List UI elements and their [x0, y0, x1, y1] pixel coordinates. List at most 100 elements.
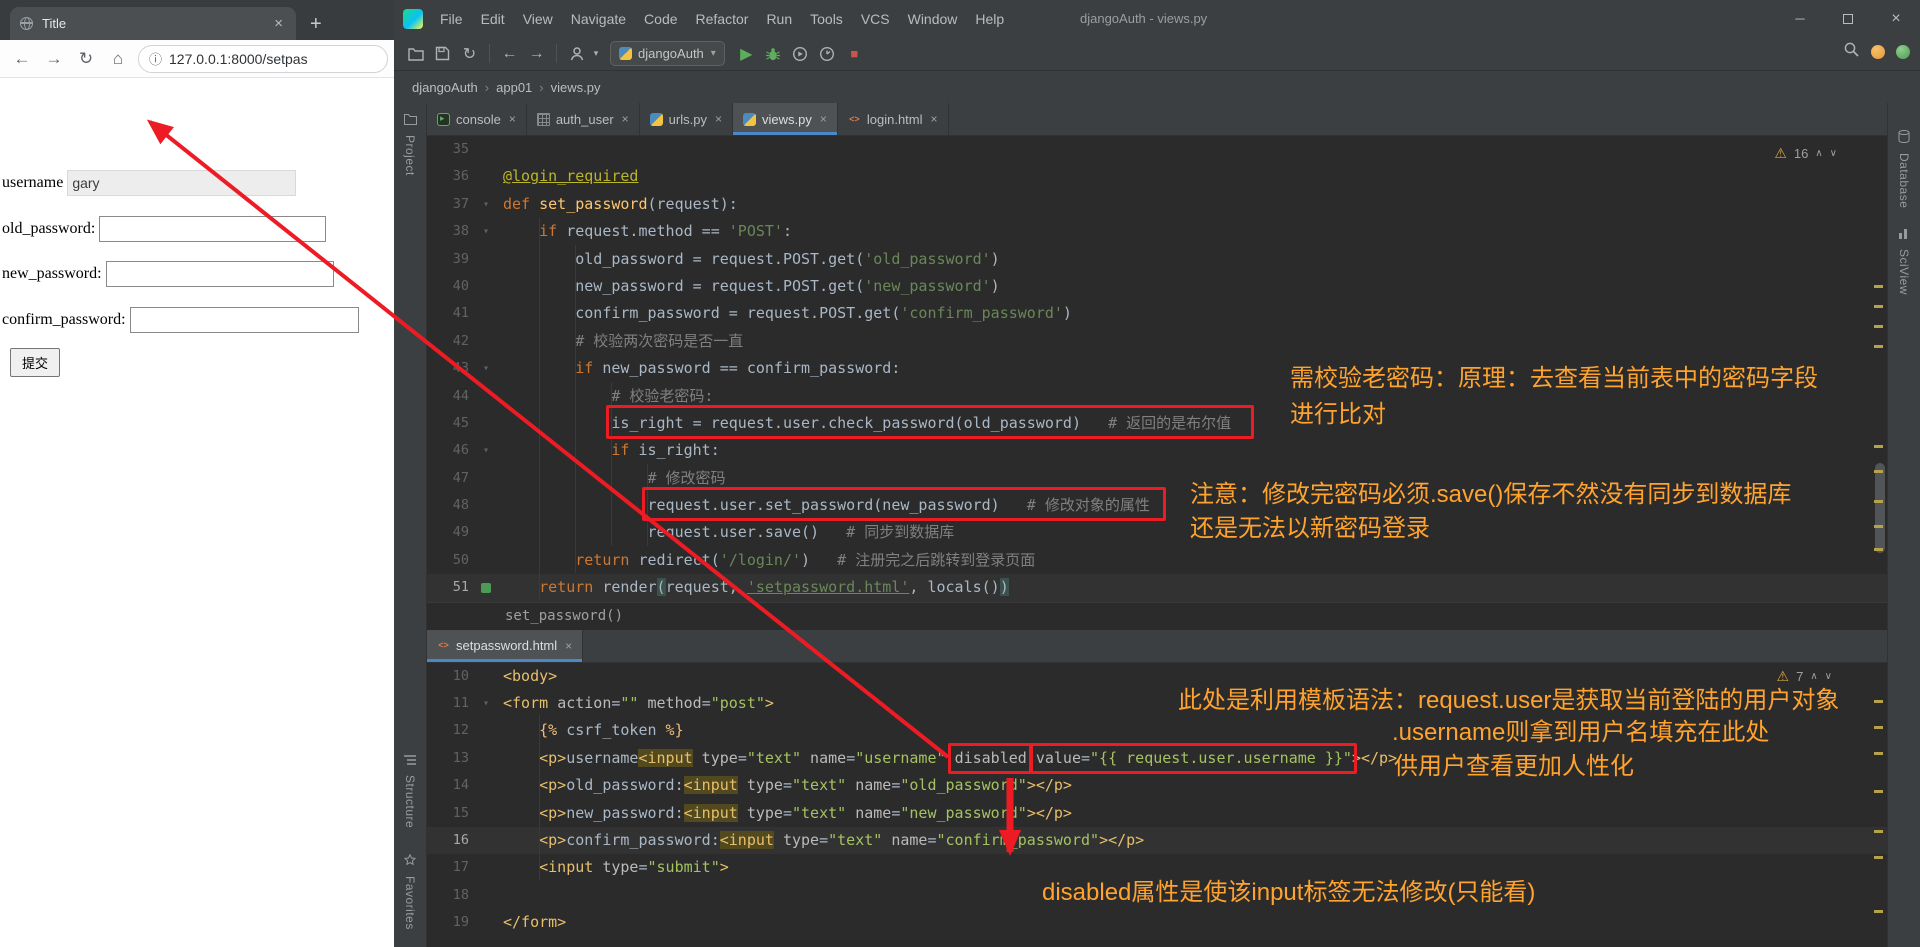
home-icon[interactable]: ⌂: [102, 49, 134, 69]
fold-icon[interactable]: ▾: [469, 690, 503, 717]
enclosing-function[interactable]: set_password(): [505, 608, 623, 624]
close-tab-icon[interactable]: ×: [271, 15, 286, 32]
line-number[interactable]: 41: [427, 300, 469, 327]
address-bar[interactable]: ⓘ 127.0.0.1:8000/setpas: [138, 44, 388, 73]
line-number[interactable]: 35: [427, 136, 469, 163]
code-line-19[interactable]: 19 </form>: [427, 909, 1887, 936]
user-account-icon[interactable]: [563, 41, 590, 67]
code-line-51[interactable]: 51 return render(request, 'setpassword.h…: [427, 574, 1887, 602]
line-number[interactable]: 43: [427, 355, 469, 382]
warning-stripe-mark[interactable]: [1874, 752, 1883, 755]
minimize-button[interactable]: ─: [1776, 0, 1824, 37]
line-number[interactable]: 36: [427, 163, 469, 190]
line-number[interactable]: 15: [427, 800, 469, 827]
menu-item-code[interactable]: Code: [635, 11, 686, 27]
line-number[interactable]: 46: [427, 437, 469, 464]
stop-button[interactable]: ■: [841, 41, 868, 67]
fold-icon[interactable]: ▾: [469, 355, 503, 382]
line-number[interactable]: 18: [427, 882, 469, 909]
editor-tab-urls.py[interactable]: urls.py ×: [640, 103, 733, 135]
editor-tab-console[interactable]: console ×: [427, 103, 527, 135]
line-number[interactable]: 16: [427, 827, 469, 854]
scrollbar-thumb[interactable]: [1875, 463, 1885, 553]
menu-item-help[interactable]: Help: [966, 11, 1013, 27]
submit-button[interactable]: 提交: [10, 348, 61, 377]
confirm-password-field[interactable]: [129, 307, 359, 333]
run-configuration-select[interactable]: djangoAuth ▾: [610, 41, 725, 66]
line-number[interactable]: 44: [427, 383, 469, 410]
line-number[interactable]: 50: [427, 547, 469, 574]
line-number[interactable]: 47: [427, 465, 469, 492]
menu-item-tools[interactable]: Tools: [801, 11, 852, 27]
forward-icon[interactable]: →: [38, 49, 70, 69]
code-line-50[interactable]: 50 return redirect('/login/') # 注册完之后跳转到…: [427, 547, 1887, 574]
warning-stripe-mark[interactable]: [1874, 500, 1883, 503]
warning-stripe-mark[interactable]: [1874, 830, 1883, 833]
reload-icon[interactable]: ↻: [70, 49, 102, 69]
line-number[interactable]: 42: [427, 328, 469, 355]
line-number[interactable]: 49: [427, 519, 469, 546]
sidebar-item-project[interactable]: Project: [394, 103, 426, 185]
search-everywhere-icon[interactable]: [1843, 41, 1860, 63]
username-field[interactable]: [67, 170, 297, 196]
debug-button[interactable]: [760, 41, 787, 67]
fold-icon[interactable]: ▾: [469, 437, 503, 464]
sync-icon[interactable]: ↻: [456, 41, 483, 67]
line-number[interactable]: 12: [427, 717, 469, 744]
code-line-36[interactable]: 36 @login_required: [427, 163, 1887, 190]
menu-item-edit[interactable]: Edit: [472, 11, 514, 27]
warning-stripe-mark[interactable]: [1874, 305, 1883, 308]
sidebar-item-database[interactable]: Database: [1888, 121, 1920, 217]
browser-tab[interactable]: Title ×: [10, 7, 296, 40]
maximize-button[interactable]: [1824, 0, 1872, 37]
editor-tab-auth_user[interactable]: auth_user ×: [527, 103, 640, 135]
coverage-button[interactable]: [787, 41, 814, 67]
line-number[interactable]: 19: [427, 909, 469, 936]
code-line-41[interactable]: 41 confirm_password = request.POST.get('…: [427, 300, 1887, 327]
fold-icon[interactable]: ▾: [469, 191, 503, 218]
site-info-icon[interactable]: ⓘ: [149, 49, 162, 68]
fold-icon[interactable]: ▾: [469, 218, 503, 245]
back-icon[interactable]: ←: [6, 49, 38, 69]
navigate-back-icon[interactable]: ←: [496, 41, 523, 67]
warning-stripe-mark[interactable]: [1874, 700, 1883, 703]
line-number[interactable]: 10: [427, 663, 469, 690]
user-dropdown-caret-icon[interactable]: ▾: [590, 41, 602, 67]
menu-item-view[interactable]: View: [514, 11, 562, 27]
warning-stripe-mark[interactable]: [1874, 910, 1883, 913]
close-tab-icon[interactable]: ×: [565, 639, 572, 653]
code-line-39[interactable]: 39 old_password = request.POST.get('old_…: [427, 246, 1887, 273]
editor-tab-setpassword[interactable]: setpassword.html ×: [427, 629, 584, 662]
code-line-40[interactable]: 40 new_password = request.POST.get('new_…: [427, 273, 1887, 300]
profiler-button[interactable]: [814, 41, 841, 67]
next-warning-icon[interactable]: ∨: [1830, 148, 1837, 159]
menu-item-vcs[interactable]: VCS: [852, 11, 899, 27]
close-tab-icon[interactable]: ×: [931, 112, 938, 126]
warning-stripe-mark[interactable]: [1874, 285, 1883, 288]
warning-stripe-mark[interactable]: [1874, 548, 1883, 551]
line-number[interactable]: 40: [427, 273, 469, 300]
code-line-14[interactable]: 14 <p>old_password:<input type="text" na…: [427, 772, 1887, 799]
sidebar-item-structure[interactable]: Structure: [394, 743, 426, 837]
warning-stripe-mark[interactable]: [1874, 525, 1883, 528]
code-line-42[interactable]: 42 # 校验两次密码是否一直: [427, 328, 1887, 355]
line-number[interactable]: 38: [427, 218, 469, 245]
run-button[interactable]: ▶: [733, 41, 760, 67]
line-number[interactable]: 37: [427, 191, 469, 218]
update-notification-icon[interactable]: [1871, 45, 1885, 59]
breadcrumb-item[interactable]: views.py: [548, 80, 604, 95]
warning-stripe-mark[interactable]: [1874, 470, 1883, 473]
warning-stripe-mark[interactable]: [1874, 345, 1883, 348]
new-tab-button[interactable]: +: [310, 14, 322, 34]
warning-stripe-mark[interactable]: [1874, 445, 1883, 448]
code-line-15[interactable]: 15 <p>new_password:<input type="text" na…: [427, 800, 1887, 827]
editor-tab-login.html[interactable]: login.html ×: [838, 103, 949, 135]
line-number[interactable]: 51: [427, 574, 469, 601]
warning-stripe-mark[interactable]: [1874, 856, 1883, 859]
close-tab-icon[interactable]: ×: [820, 112, 827, 126]
menu-item-window[interactable]: Window: [899, 11, 967, 27]
breadcrumb-item[interactable]: djangoAuth: [409, 80, 481, 95]
close-tab-icon[interactable]: ×: [715, 112, 722, 126]
prev-warning-icon[interactable]: ∧: [1815, 148, 1822, 159]
line-number[interactable]: 48: [427, 492, 469, 519]
